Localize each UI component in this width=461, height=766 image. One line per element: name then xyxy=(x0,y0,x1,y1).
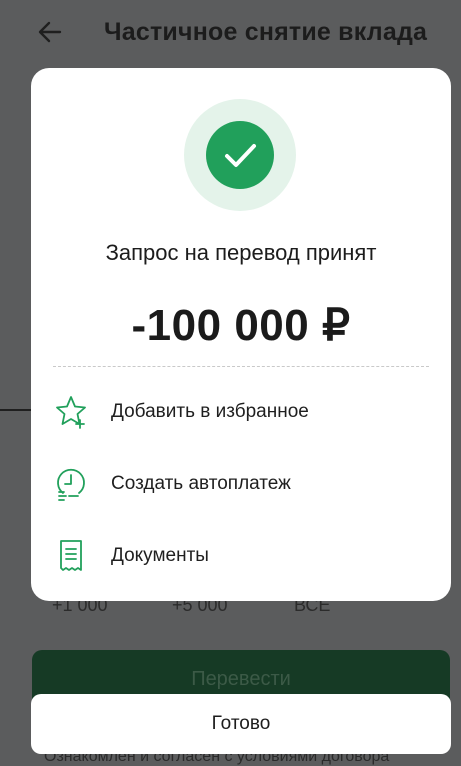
page-title: Частичное снятие вклада xyxy=(104,18,428,46)
dashed-divider xyxy=(53,366,429,367)
documents-button[interactable]: Документы xyxy=(49,532,433,580)
clock-autopay-icon xyxy=(49,462,93,506)
checkmark-icon xyxy=(206,121,274,189)
status-indicator xyxy=(184,99,296,211)
add-to-favorites-button[interactable]: Добавить в избранное xyxy=(49,388,433,436)
success-modal: Запрос на перевод принят -100 000 ₽ Доба… xyxy=(31,68,451,601)
divider xyxy=(0,409,32,411)
done-button[interactable]: Готово xyxy=(31,694,451,754)
star-plus-icon xyxy=(49,390,93,434)
create-autopay-label: Создать автоплатеж xyxy=(111,473,291,494)
header: Частичное снятие вклада xyxy=(0,0,461,70)
modal-title: Запрос на перевод принят xyxy=(105,240,377,265)
arrow-left-icon[interactable] xyxy=(36,18,64,46)
transfer-button-label: Перевести xyxy=(191,668,291,690)
create-autopay-button[interactable]: Создать автоплатеж xyxy=(49,460,433,508)
amount: -100 000 ₽ xyxy=(131,301,351,350)
done-button-label: Готово xyxy=(211,713,271,734)
receipt-document-icon xyxy=(49,534,93,578)
documents-label: Документы xyxy=(111,545,209,566)
add-to-favorites-label: Добавить в избранное xyxy=(111,401,309,422)
